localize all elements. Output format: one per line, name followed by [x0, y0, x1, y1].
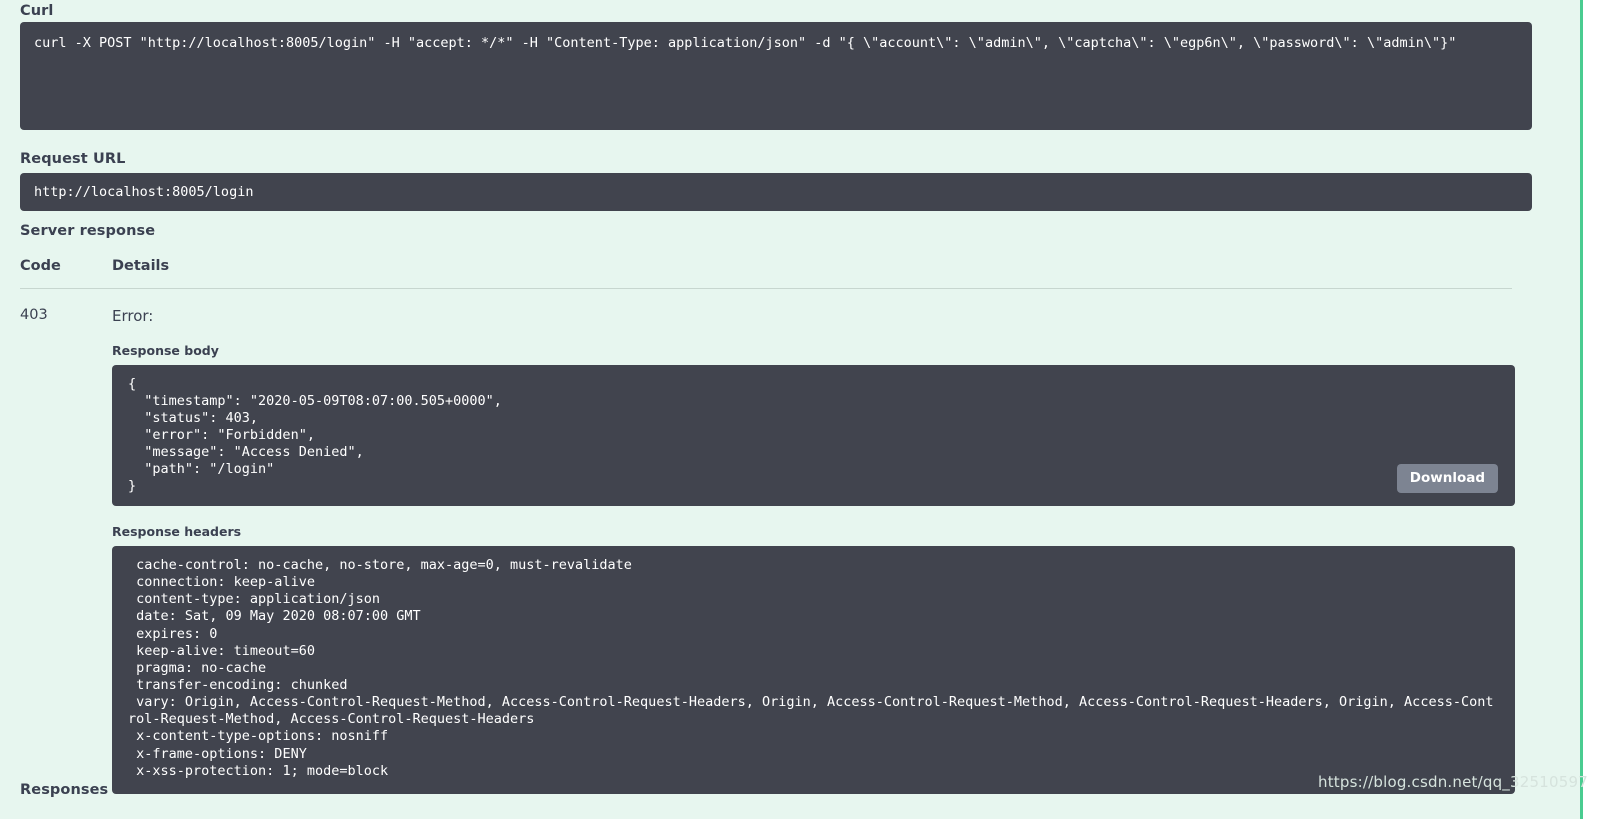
table-header-row: Code Details	[20, 258, 1512, 289]
request-url-value: http://localhost:8005/login	[20, 173, 1532, 211]
table-row: 403 Error: Response body { "timestamp": …	[20, 289, 1512, 794]
response-body-content: { "timestamp": "2020-05-09T08:07:00.505+…	[112, 365, 1515, 506]
response-code: 403	[20, 307, 112, 794]
server-response-label: Server response	[20, 224, 155, 239]
response-headers-section: Response headers cache-control: no-cache…	[112, 524, 1515, 794]
response-headers-content: cache-control: no-cache, no-store, max-a…	[112, 546, 1515, 794]
server-response-table: Code Details 403 Error: Response body { …	[20, 258, 1512, 794]
response-headers-label: Response headers	[112, 524, 1515, 539]
response-body-label: Response body	[112, 343, 1515, 358]
curl-command-block: curl -X POST "http://localhost:8005/logi…	[20, 22, 1532, 130]
response-details: Error: Response body { "timestamp": "202…	[112, 307, 1515, 794]
screenshot-root: Curl curl -X POST "http://localhost:8005…	[0, 0, 1610, 819]
column-header-details: Details	[112, 258, 1512, 274]
responses-section-label: Responses	[20, 783, 108, 798]
request-url-label: Request URL	[20, 152, 125, 167]
column-header-code: Code	[20, 258, 112, 274]
error-label: Error:	[112, 307, 1515, 325]
download-button[interactable]: Download	[1397, 464, 1498, 494]
try-it-out-result-panel: Curl curl -X POST "http://localhost:8005…	[0, 0, 1583, 819]
curl-label: Curl	[20, 4, 54, 19]
response-body-wrapper: { "timestamp": "2020-05-09T08:07:00.505+…	[112, 365, 1515, 506]
